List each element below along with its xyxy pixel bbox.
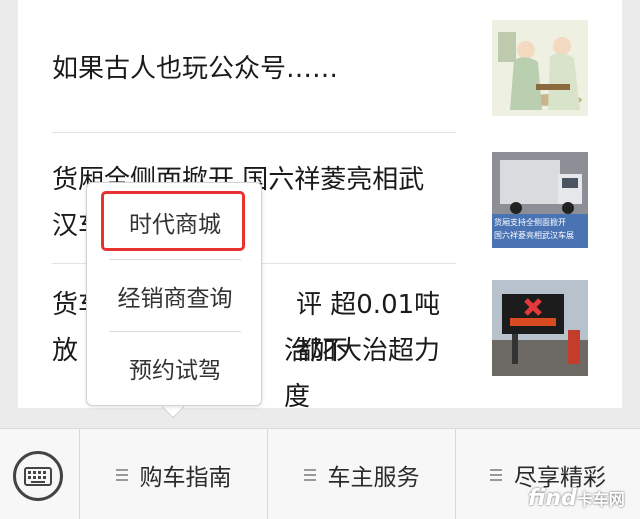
popup-divider [109, 331, 241, 332]
thumbnail-caption-line: 货厢支持全侧面掀开 [494, 218, 566, 227]
article-title: 如果古人也玩公众号…… [52, 54, 339, 84]
popup-item-test-drive[interactable]: 预约试驾 [87, 333, 263, 403]
menu-tab-buying-guide[interactable]: 购车指南 [80, 429, 268, 519]
watermark-suffix: 卡车网 [576, 490, 625, 509]
menu-tab-owner-service[interactable]: 车主服务 [268, 429, 456, 519]
article-thumbnail [492, 280, 588, 376]
watermark-logo: find卡车网 [528, 486, 625, 511]
article-item[interactable]: 如果古人也玩公众号…… [18, 0, 622, 132]
popup-item-dealer-search[interactable]: 经销商查询 [87, 261, 263, 331]
article-thumbnail [492, 20, 588, 116]
menu-list-icon [490, 466, 502, 484]
watermark-brand: find [528, 486, 577, 511]
highlight-annotation-box [101, 191, 245, 251]
popup-divider [109, 259, 241, 260]
menu-tab-label: 车主服务 [327, 464, 420, 491]
keyboard-toggle-button[interactable] [0, 429, 80, 519]
menu-list-icon [303, 466, 316, 484]
menu-tab-label: 购车指南 [139, 464, 232, 491]
thumbnail-caption-line: 国六祥菱亮相武汉车展 [494, 231, 574, 240]
article-title-fragment: 治加大治超力度 [284, 336, 441, 412]
article-thumbnail: 货厢支持全侧面掀开 国六祥菱亮相武汉车展 [492, 152, 588, 248]
thumbnail-caption: 货厢支持全侧面掀开 国六祥菱亮相武汉车展 [494, 216, 586, 242]
article-title-fragment: 放 [52, 336, 79, 366]
menu-list-icon [115, 466, 128, 484]
keyboard-icon [13, 451, 63, 501]
